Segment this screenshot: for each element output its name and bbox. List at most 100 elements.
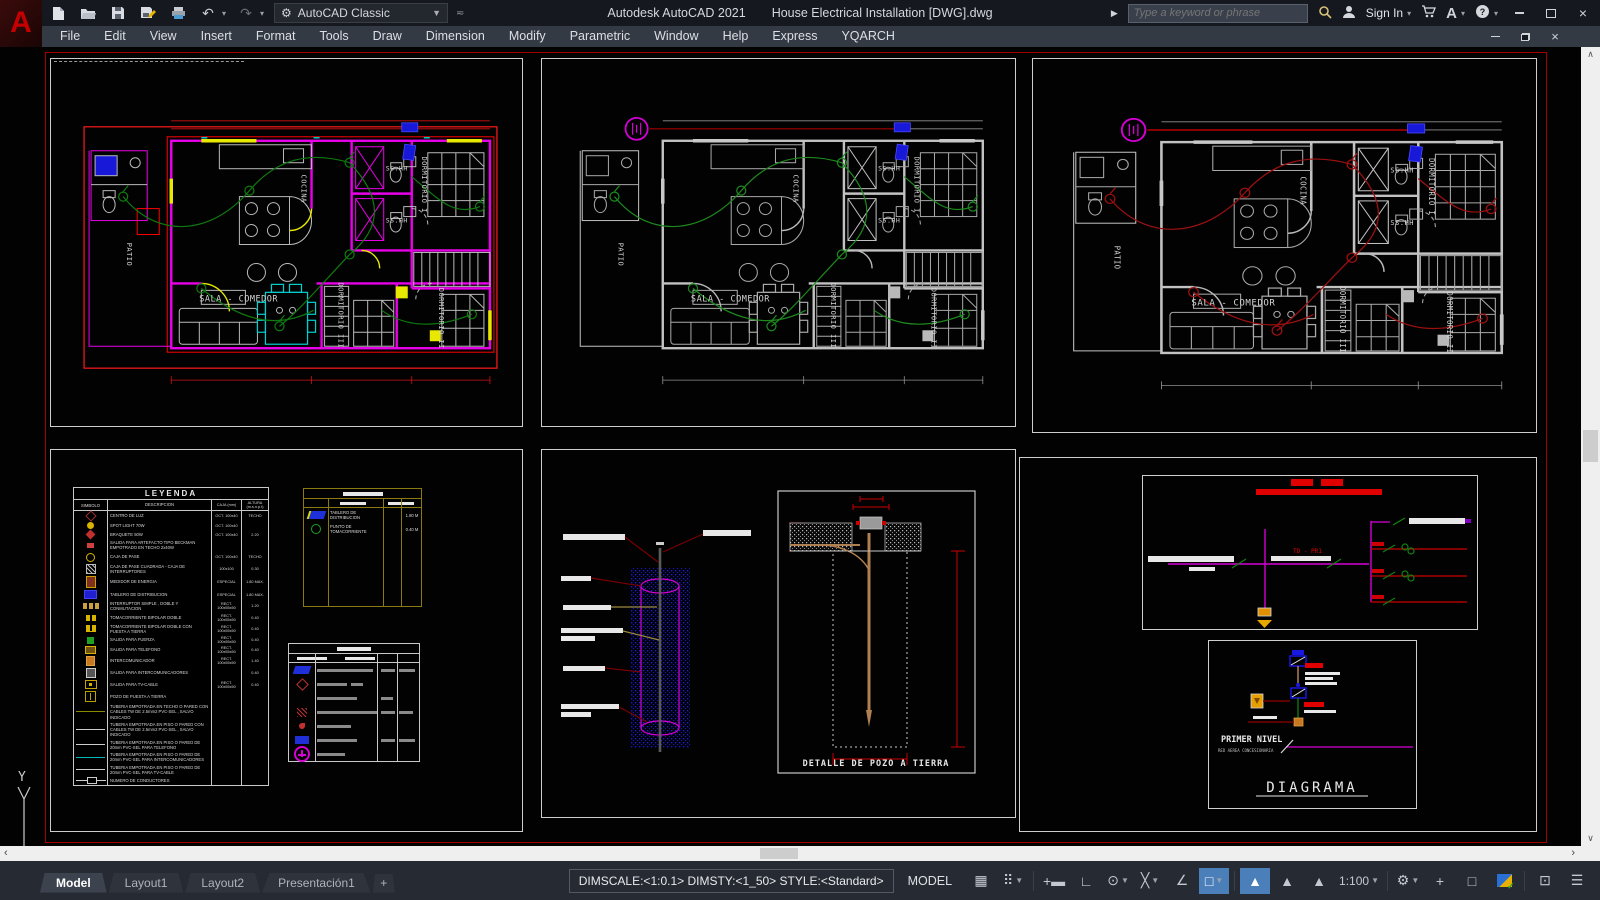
polar-tracking-icon[interactable]: ⊙▼	[1103, 868, 1133, 894]
undo-icon[interactable]: ↶	[198, 4, 218, 22]
annotation-visibility-icon[interactable]: ▲	[1240, 868, 1270, 894]
search-expand-icon[interactable]: ▶	[1111, 8, 1118, 19]
new-file-icon[interactable]	[48, 4, 68, 22]
doc-minimize-button[interactable]	[1484, 28, 1506, 46]
legend-caja: OCT. 100x40	[212, 530, 242, 539]
medidor-energia-symbol	[86, 576, 96, 588]
menu-yqarch[interactable]: YQARCH	[829, 26, 906, 47]
vertical-scroll-thumb[interactable]	[1583, 430, 1598, 462]
menu-tools[interactable]: Tools	[307, 26, 360, 47]
tab-layout2[interactable]: Layout2	[185, 873, 260, 893]
scroll-right-icon[interactable]: ›	[1571, 846, 1575, 861]
user-icon[interactable]	[1342, 5, 1356, 21]
ucs-icon: Y	[5, 737, 135, 846]
save-icon[interactable]	[108, 4, 128, 22]
clean-screen-icon[interactable]: ⊡	[1530, 868, 1560, 894]
horizontal-scrollbar[interactable]: ‹ ›	[0, 846, 1581, 861]
scroll-left-icon[interactable]: ‹	[4, 846, 8, 861]
tab-model[interactable]: Model	[40, 873, 107, 893]
redo-icon[interactable]: ↷	[236, 4, 256, 22]
help-icon[interactable]: ?	[1475, 4, 1490, 22]
menu-view[interactable]: View	[138, 26, 189, 47]
legend-desc: SALIDA PARA TELEFONO	[108, 645, 212, 655]
isometric-drafting-icon[interactable]: ╳▼	[1135, 868, 1165, 894]
table2-title-bar	[337, 647, 371, 651]
scroll-down-icon[interactable]: ∨	[1581, 833, 1600, 844]
save-as-icon[interactable]	[138, 4, 158, 22]
autodesk-a-icon[interactable]: A	[1446, 5, 1457, 22]
help-caret-icon[interactable]: ▾	[1494, 9, 1498, 18]
plot-icon[interactable]	[168, 4, 188, 22]
workspace-dropdown[interactable]: ⚙ AutoCAD Classic ▼	[274, 3, 448, 23]
legend-caja: RECT. 100x55x50	[212, 655, 242, 667]
legend-caja	[212, 539, 242, 552]
autodesk-caret-icon[interactable]: ▾	[1461, 9, 1465, 18]
menu-express[interactable]: Express	[760, 26, 829, 47]
legend-row: TUBERIA EMPOTRADA EN PISO O PARED CON CA…	[74, 721, 268, 739]
document-title: House Electrical Installation [DWG].dwg	[772, 6, 993, 20]
model-space-label[interactable]: MODEL	[898, 874, 962, 888]
menu-dimension[interactable]: Dimension	[414, 26, 497, 47]
maximize-button[interactable]	[1540, 4, 1562, 22]
intercomunicador-symbol	[86, 656, 95, 666]
object-snap-tracking-icon[interactable]: ∠	[1167, 868, 1197, 894]
symbol-row	[289, 733, 419, 747]
vertical-scrollbar[interactable]: ∧ ∨	[1581, 47, 1600, 846]
search-input[interactable]	[1128, 4, 1308, 23]
search-icon[interactable]	[1318, 5, 1332, 22]
tab-layout1[interactable]: Layout1	[109, 873, 184, 893]
sign-in-button[interactable]: Sign In	[1366, 6, 1403, 20]
graphics-performance-icon[interactable]	[1489, 868, 1519, 894]
legend-row: TUBERIA EMPOTRADA EN TECHO O PARED CON C…	[74, 703, 268, 721]
menu-help[interactable]: Help	[711, 26, 761, 47]
object-snap-icon[interactable]: □▼	[1199, 868, 1229, 894]
autoscale-annotations-icon[interactable]: ▲	[1272, 868, 1302, 894]
minimize-button[interactable]	[1508, 4, 1530, 22]
chevron-down-icon: ▼	[1371, 876, 1379, 885]
layout-tabs: ModelLayout1Layout2Presentación1+	[40, 869, 395, 893]
menu-insert[interactable]: Insert	[189, 26, 244, 47]
table2-header-bar	[345, 657, 375, 660]
legend-altura	[242, 539, 268, 552]
qat-customize-icon[interactable]: ≂	[456, 8, 464, 19]
menu-draw[interactable]: Draw	[361, 26, 414, 47]
ortho-mode-icon[interactable]: ∟	[1071, 868, 1101, 894]
drawing-canvas[interactable]: PATIO SALA - COMEDOR COCINA SS.HH SS.HH …	[0, 47, 1581, 846]
app-store-cart-icon[interactable]	[1421, 5, 1436, 21]
scale-label[interactable]: 1:100▼	[1336, 868, 1382, 894]
doc-close-button[interactable]: ×	[1544, 28, 1566, 46]
doc-restore-button[interactable]	[1514, 28, 1536, 46]
isolate-objects-icon[interactable]: □	[1457, 868, 1487, 894]
snap-mode-icon[interactable]: ⠿▼	[998, 868, 1028, 894]
menu-format[interactable]: Format	[244, 26, 308, 47]
redo-caret-icon[interactable]: ▾	[260, 9, 264, 18]
customization-icon[interactable]: ☰	[1562, 868, 1592, 894]
legend-altura: 1.20	[242, 600, 268, 613]
menu-file[interactable]: File	[48, 26, 92, 47]
new-layout-button[interactable]: +	[373, 874, 395, 893]
horizontal-scroll-thumb[interactable]	[760, 848, 798, 859]
legend-row: INTERCOMUNICADORRECT. 100x55x501.40	[74, 655, 268, 667]
legend-caja	[212, 721, 242, 739]
annotation-scale-icon[interactable]: ▲	[1304, 868, 1334, 894]
open-file-icon[interactable]	[78, 4, 98, 22]
close-button[interactable]: ×	[1572, 4, 1594, 22]
symbol-row	[289, 747, 419, 761]
menu-modify[interactable]: Modify	[497, 26, 558, 47]
annotation-monitor-icon[interactable]: +	[1425, 868, 1455, 894]
separator	[1234, 871, 1235, 891]
undo-caret-icon[interactable]: ▾	[222, 9, 226, 18]
autocad-logo-icon[interactable]: A	[0, 0, 42, 47]
dim-settings-readout[interactable]: DIMSCALE:<1:0.1> DIMSTY:<1_50> STYLE:<St…	[569, 869, 894, 893]
grid-display-icon[interactable]: ▦	[966, 868, 996, 894]
menu-parametric[interactable]: Parametric	[558, 26, 642, 47]
legend-desc: TOMACORRIENTE BIPOLAR DOBLE CON PUESTA A…	[108, 623, 212, 636]
dynamic-input-icon[interactable]: +▬	[1039, 868, 1069, 894]
tab-presentación1[interactable]: Presentación1	[262, 873, 371, 893]
sign-in-caret-icon[interactable]: ▾	[1407, 9, 1411, 18]
menu-edit[interactable]: Edit	[92, 26, 138, 47]
menu-window[interactable]: Window	[642, 26, 710, 47]
legend-col-simbolo: SIMBOLO	[74, 500, 108, 510]
workspace-switching-icon[interactable]: ⚙▼	[1393, 868, 1423, 894]
scroll-up-icon[interactable]: ∧	[1581, 49, 1600, 60]
